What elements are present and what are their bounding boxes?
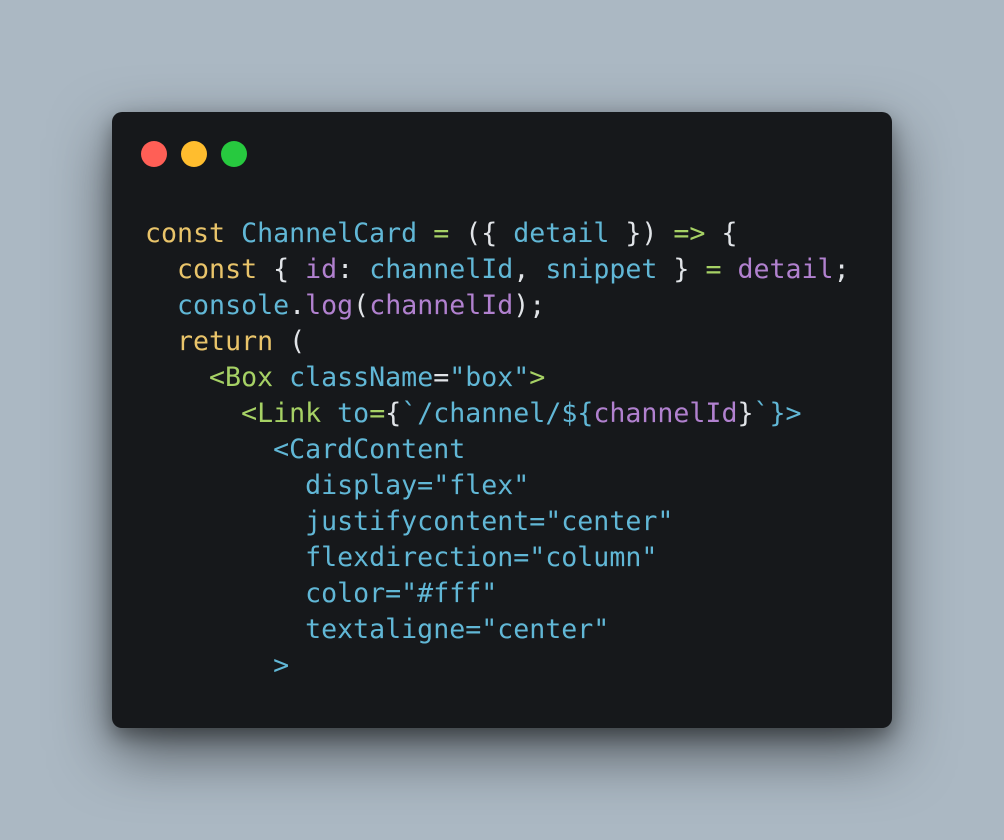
code-token: > <box>273 650 290 681</box>
code-token: ` <box>753 398 770 429</box>
code-token: to <box>337 398 370 429</box>
code-token: => <box>673 218 706 249</box>
code-token: > <box>529 362 546 393</box>
code-token: ( <box>353 290 370 321</box>
code-token: = <box>705 254 722 285</box>
code-line: return ( <box>145 324 850 360</box>
code-token: log <box>305 290 354 321</box>
window-controls <box>141 141 247 167</box>
code-token: display="flex" <box>305 470 530 501</box>
code-token: = <box>433 218 450 249</box>
code-line: <CardContent <box>145 432 850 468</box>
code-token: { <box>385 398 402 429</box>
code-token: snippet <box>545 254 658 285</box>
minimize-button[interactable] <box>181 141 207 167</box>
code-token: = <box>369 398 386 429</box>
code-token: textaligne="center" <box>305 614 610 645</box>
code-token: console <box>177 290 290 321</box>
code-token: return <box>177 326 274 357</box>
code-token: flexdirection="column" <box>305 542 658 573</box>
code-token: color="#fff" <box>305 578 498 609</box>
code-token: channelId <box>369 290 514 321</box>
code-token: { <box>705 218 738 249</box>
code-line: justifycontent="center" <box>145 504 850 540</box>
code-token: const <box>177 254 258 285</box>
code-line: <Box className="box"> <box>145 360 850 396</box>
code-token: <Link <box>241 398 322 429</box>
code-line: flexdirection="column" <box>145 540 850 576</box>
code-token: detail <box>513 218 610 249</box>
code-token: className <box>289 362 434 393</box>
code-token: channelId <box>593 398 738 429</box>
code-line: textaligne="center" <box>145 612 850 648</box>
code-line: const ChannelCard = ({ detail }) => { <box>145 216 850 252</box>
code-block: const ChannelCard = ({ detail }) => { co… <box>145 216 850 684</box>
code-window: const ChannelCard = ({ detail }) => { co… <box>112 112 892 728</box>
code-token: ( <box>273 326 306 357</box>
code-token: detail <box>737 254 834 285</box>
code-token: . <box>289 290 306 321</box>
code-token: }) <box>609 218 674 249</box>
code-token: } <box>737 398 754 429</box>
code-token: ; <box>833 254 850 285</box>
code-line: display="flex" <box>145 468 850 504</box>
code-token: const <box>145 218 226 249</box>
code-token: `/channel/${ <box>401 398 594 429</box>
code-line: const { id: channelId, snippet } = detai… <box>145 252 850 288</box>
code-token: <Box <box>209 362 274 393</box>
close-button[interactable] <box>141 141 167 167</box>
code-token: = <box>433 362 450 393</box>
code-token: { <box>257 254 306 285</box>
code-token: ({ <box>449 218 514 249</box>
maximize-button[interactable] <box>221 141 247 167</box>
code-token: <CardContent <box>273 434 466 465</box>
code-line: console.log(channelId); <box>145 288 850 324</box>
code-token: ); <box>513 290 546 321</box>
code-line: <Link to={`/channel/${channelId}`}> <box>145 396 850 432</box>
code-token: id <box>305 254 338 285</box>
code-line: > <box>145 648 850 684</box>
code-token: justifycontent="center" <box>305 506 674 537</box>
code-token: channelId <box>369 254 514 285</box>
code-line: color="#fff" <box>145 576 850 612</box>
code-token: ChannelCard <box>241 218 418 249</box>
code-token: : <box>337 254 370 285</box>
code-token: , <box>513 254 546 285</box>
code-token: "box" <box>449 362 530 393</box>
code-token: }> <box>769 398 802 429</box>
code-token: } <box>657 254 706 285</box>
